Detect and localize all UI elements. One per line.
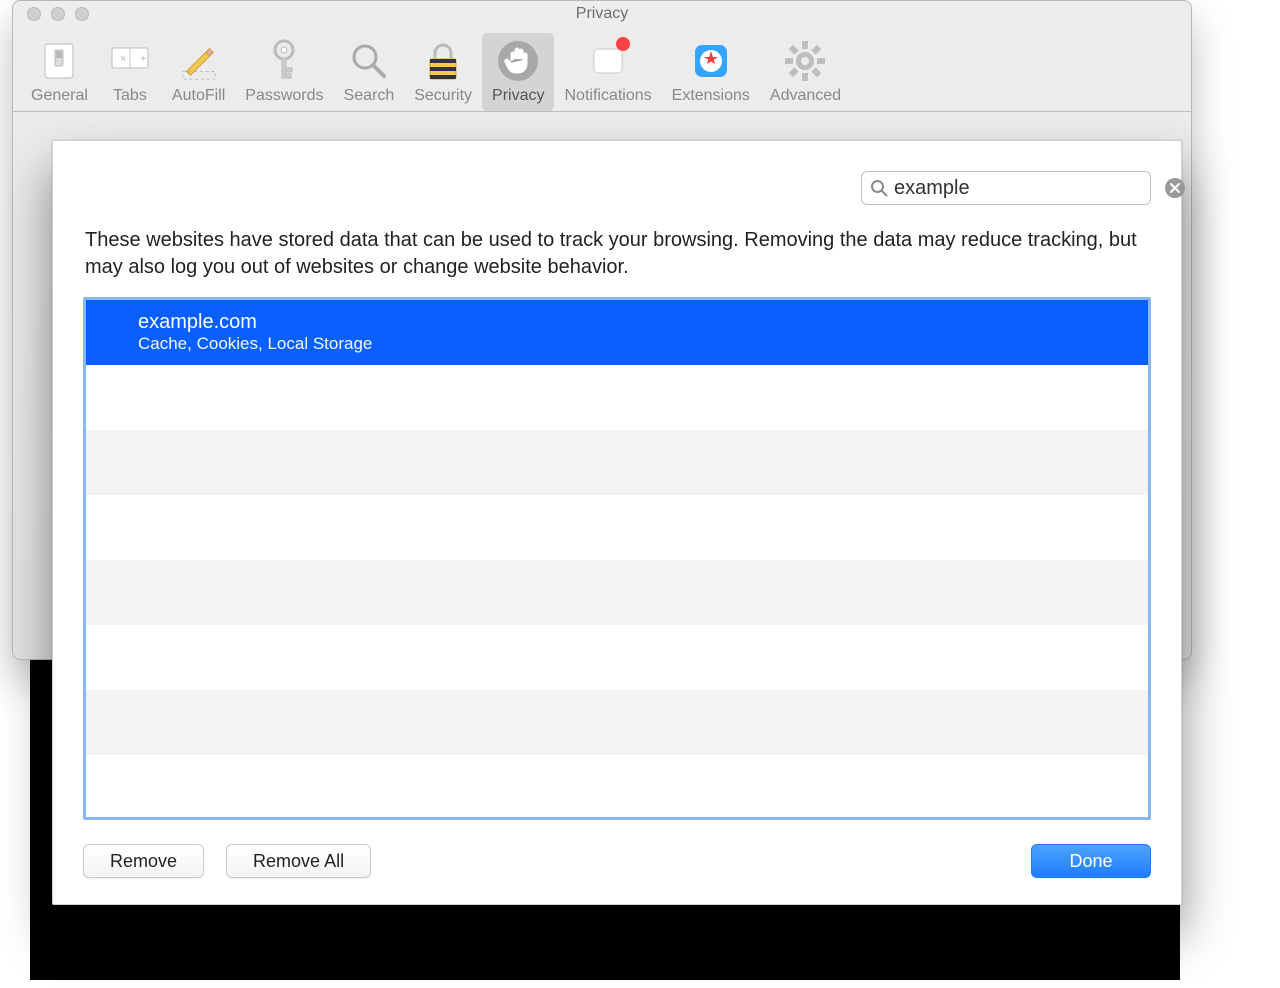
zoom-window-button[interactable] <box>75 7 89 21</box>
tab-label: Passwords <box>245 87 323 105</box>
website-data-sheet: These websites have stored data that can… <box>52 140 1182 905</box>
empty-row <box>86 625 1148 690</box>
website-row[interactable]: example.com Cache, Cookies, Local Storag… <box>86 300 1148 365</box>
clear-search-button[interactable] <box>1165 178 1185 198</box>
tab-label: Notifications <box>564 87 651 105</box>
empty-row <box>86 690 1148 755</box>
tab-label: Advanced <box>770 87 841 105</box>
key-icon <box>262 37 306 85</box>
tab-label: Security <box>414 87 472 105</box>
website-domain: example.com <box>138 310 372 334</box>
tabs-icon: × + <box>108 37 152 85</box>
empty-row <box>86 365 1148 430</box>
empty-row <box>86 495 1148 560</box>
remove-button[interactable]: Remove <box>83 844 204 878</box>
empty-row <box>86 430 1148 495</box>
tab-privacy[interactable]: Privacy <box>482 33 554 111</box>
close-icon <box>1170 183 1180 193</box>
tab-extensions[interactable]: Extensions <box>662 33 760 111</box>
general-icon <box>37 37 81 85</box>
tab-search[interactable]: Search <box>334 33 405 111</box>
autofill-icon <box>177 37 221 85</box>
search-field[interactable] <box>861 171 1151 205</box>
tab-advanced[interactable]: Advanced <box>760 33 851 111</box>
traffic-lights <box>13 7 89 21</box>
preferences-toolbar: General × + Tabs Au <box>13 27 1191 112</box>
search-icon <box>870 179 888 197</box>
sheet-description: These websites have stored data that can… <box>85 227 1149 281</box>
tab-label: Privacy <box>492 87 544 105</box>
svg-text:×: × <box>120 53 126 65</box>
tab-label: Extensions <box>672 87 750 105</box>
website-data-list[interactable]: example.com Cache, Cookies, Local Storag… <box>83 297 1151 820</box>
tab-label: Search <box>344 87 395 105</box>
notification-icon <box>586 37 630 85</box>
extensions-icon <box>689 37 733 85</box>
tab-security[interactable]: Security <box>404 33 482 111</box>
titlebar: Privacy <box>13 1 1191 27</box>
empty-row <box>86 560 1148 625</box>
lock-icon <box>421 37 465 85</box>
tab-tabs[interactable]: × + Tabs <box>98 33 162 111</box>
tab-label: General <box>31 87 88 105</box>
remove-all-button[interactable]: Remove All <box>226 844 371 878</box>
tab-label: Tabs <box>113 87 147 105</box>
window-title: Privacy <box>13 5 1191 23</box>
tab-label: AutoFill <box>172 87 225 105</box>
hand-icon <box>496 37 540 85</box>
notification-badge <box>616 37 630 51</box>
minimize-window-button[interactable] <box>51 7 65 21</box>
close-window-button[interactable] <box>27 7 41 21</box>
gear-icon <box>783 37 827 85</box>
website-data-types: Cache, Cookies, Local Storage <box>138 334 372 354</box>
search-icon <box>347 37 391 85</box>
tab-autofill[interactable]: AutoFill <box>162 33 235 111</box>
search-input[interactable] <box>888 177 1165 200</box>
done-button[interactable]: Done <box>1031 844 1151 878</box>
tab-notifications[interactable]: Notifications <box>554 33 661 111</box>
tab-general[interactable]: General <box>21 33 98 111</box>
svg-text:+: + <box>140 53 146 65</box>
tab-passwords[interactable]: Passwords <box>235 33 333 111</box>
